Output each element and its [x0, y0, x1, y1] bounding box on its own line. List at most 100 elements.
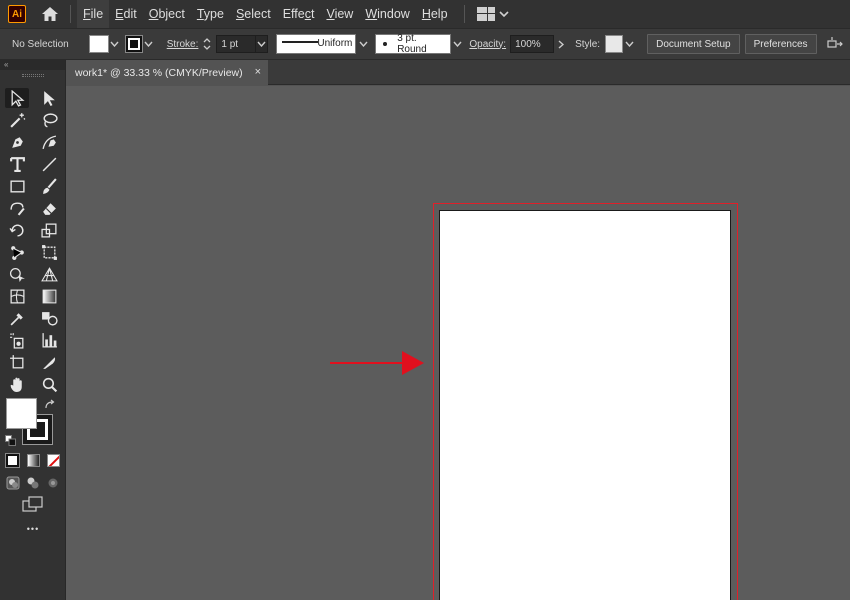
puppet-warp-tool[interactable]	[5, 242, 29, 262]
brush-label: 3 pt. Round	[397, 33, 427, 55]
shaper-tool[interactable]	[5, 198, 29, 218]
menu-window[interactable]: Window	[359, 0, 415, 28]
slice-knife-icon	[42, 356, 55, 369]
paintbrush-icon	[42, 177, 57, 194]
artboard-tool[interactable]	[5, 352, 29, 372]
lasso-icon	[42, 112, 58, 128]
illustrator-window: Ai File Edit Object Type Select Effect V…	[0, 0, 850, 600]
menu-edit[interactable]: Edit	[109, 0, 143, 28]
curvature-tool[interactable]	[37, 132, 61, 152]
edit-toolbar-button[interactable]: •••	[0, 524, 66, 534]
panel-collapse-button[interactable]: «	[0, 60, 65, 70]
swap-fill-stroke-icon[interactable]	[44, 398, 56, 410]
document-setup-button[interactable]: Document Setup	[647, 34, 740, 54]
workspace-switcher[interactable]	[476, 7, 509, 21]
brush-definition[interactable]: 3 pt. Round	[375, 33, 452, 55]
rectangle-tool[interactable]	[5, 176, 29, 196]
artboard[interactable]	[439, 210, 731, 600]
draw-behind-icon[interactable]	[26, 476, 40, 490]
preferences-button[interactable]: Preferences	[744, 34, 817, 54]
tool-row	[5, 110, 61, 130]
type-tool[interactable]	[5, 154, 29, 174]
control-bar: No Selection Stroke: 1 pt Uniform 3 pt. …	[0, 28, 850, 60]
tool-row	[5, 374, 61, 394]
eyedropper-tool[interactable]	[5, 308, 29, 328]
column-graph-icon	[41, 332, 57, 348]
draw-inside-icon[interactable]	[46, 476, 60, 490]
paintbrush-tool[interactable]	[37, 176, 61, 196]
line-segment-tool[interactable]	[37, 154, 61, 174]
symbol-sprayer-tool[interactable]	[5, 330, 29, 350]
pen-nib-icon	[11, 136, 23, 148]
type-t-icon	[9, 156, 25, 172]
chevron-down-icon[interactable]	[623, 35, 635, 53]
selection-arrow-icon	[11, 89, 25, 107]
line-segment-icon	[42, 157, 56, 171]
menu-separator	[70, 5, 71, 23]
lasso-tool[interactable]	[37, 110, 61, 130]
zoom-tool[interactable]	[37, 374, 61, 394]
stroke-weight-field[interactable]: 1 pt	[216, 35, 257, 53]
direct-selection-tool[interactable]	[37, 88, 61, 108]
perspective-grid-tool[interactable]	[37, 264, 61, 284]
opacity-label[interactable]: Opacity:	[469, 39, 506, 50]
chevron-down-icon[interactable]	[357, 35, 369, 53]
document-tab[interactable]: work1* @ 33.33 % (CMYK/Preview) ×	[66, 60, 268, 85]
column-graph-tool[interactable]	[37, 330, 61, 350]
menu-file[interactable]: File	[77, 0, 110, 28]
hand-tool[interactable]	[5, 374, 29, 394]
close-icon[interactable]: ×	[255, 66, 261, 78]
menu-effect[interactable]: Effect	[277, 0, 321, 28]
chevron-down-icon	[498, 11, 509, 18]
chevron-down-icon[interactable]	[143, 35, 155, 53]
stroke-stepper[interactable]	[202, 35, 212, 53]
gradient-icon	[42, 289, 56, 303]
menu-help[interactable]: Help	[416, 0, 454, 28]
shaper-icon	[9, 201, 25, 216]
screen-mode-button[interactable]	[22, 496, 44, 514]
color-mode-icon[interactable]	[5, 453, 20, 468]
menu-view[interactable]: View	[320, 0, 359, 28]
fill-swatch[interactable]	[6, 398, 37, 429]
fill-color-swatch[interactable]	[88, 35, 109, 53]
gradient-mode-icon[interactable]	[26, 454, 40, 467]
tool-row	[5, 220, 61, 240]
zoom-magnifier-icon	[42, 377, 57, 392]
rotate-tool[interactable]	[5, 220, 29, 240]
rectangle-icon	[9, 179, 25, 193]
default-fill-stroke-icon[interactable]	[5, 433, 16, 446]
shape-builder-tool[interactable]	[5, 264, 29, 284]
menu-type[interactable]: Type	[191, 0, 230, 28]
draw-normal-icon[interactable]	[6, 476, 20, 490]
opacity-field[interactable]: 100%	[510, 35, 555, 53]
chevron-down-icon[interactable]	[256, 35, 269, 53]
magic-wand-tool[interactable]	[5, 110, 29, 130]
menu-object[interactable]: Object	[143, 0, 191, 28]
tool-row	[5, 264, 61, 284]
gradient-tool[interactable]	[37, 286, 61, 306]
symbol-sprayer-icon	[9, 332, 23, 349]
scale-tool[interactable]	[37, 220, 61, 240]
blend-tool[interactable]	[37, 308, 61, 328]
none-mode-icon[interactable]	[47, 454, 60, 467]
pen-tool[interactable]	[5, 132, 29, 152]
slice-tool[interactable]	[37, 352, 61, 372]
stroke-color-swatch[interactable]	[124, 35, 143, 53]
graphic-style-swatch[interactable]	[605, 35, 624, 53]
free-transform-tool[interactable]	[37, 242, 61, 262]
chevron-right-icon[interactable]	[555, 35, 567, 53]
home-icon[interactable]	[40, 4, 60, 24]
chevron-down-icon[interactable]	[451, 35, 463, 53]
variable-width-profile[interactable]: Uniform	[276, 34, 357, 54]
canvas-area[interactable]	[66, 86, 850, 600]
panel-grip[interactable]	[0, 70, 65, 80]
menu-select[interactable]: Select	[230, 0, 277, 28]
align-options-icon[interactable]	[826, 36, 843, 52]
eraser-tool[interactable]	[37, 198, 61, 218]
mesh-icon	[9, 288, 25, 304]
artboard-icon	[9, 354, 23, 368]
chevron-down-icon[interactable]	[109, 35, 121, 53]
mesh-tool[interactable]	[5, 286, 29, 306]
selection-tool[interactable]	[5, 88, 29, 108]
stroke-label[interactable]: Stroke:	[167, 39, 199, 50]
